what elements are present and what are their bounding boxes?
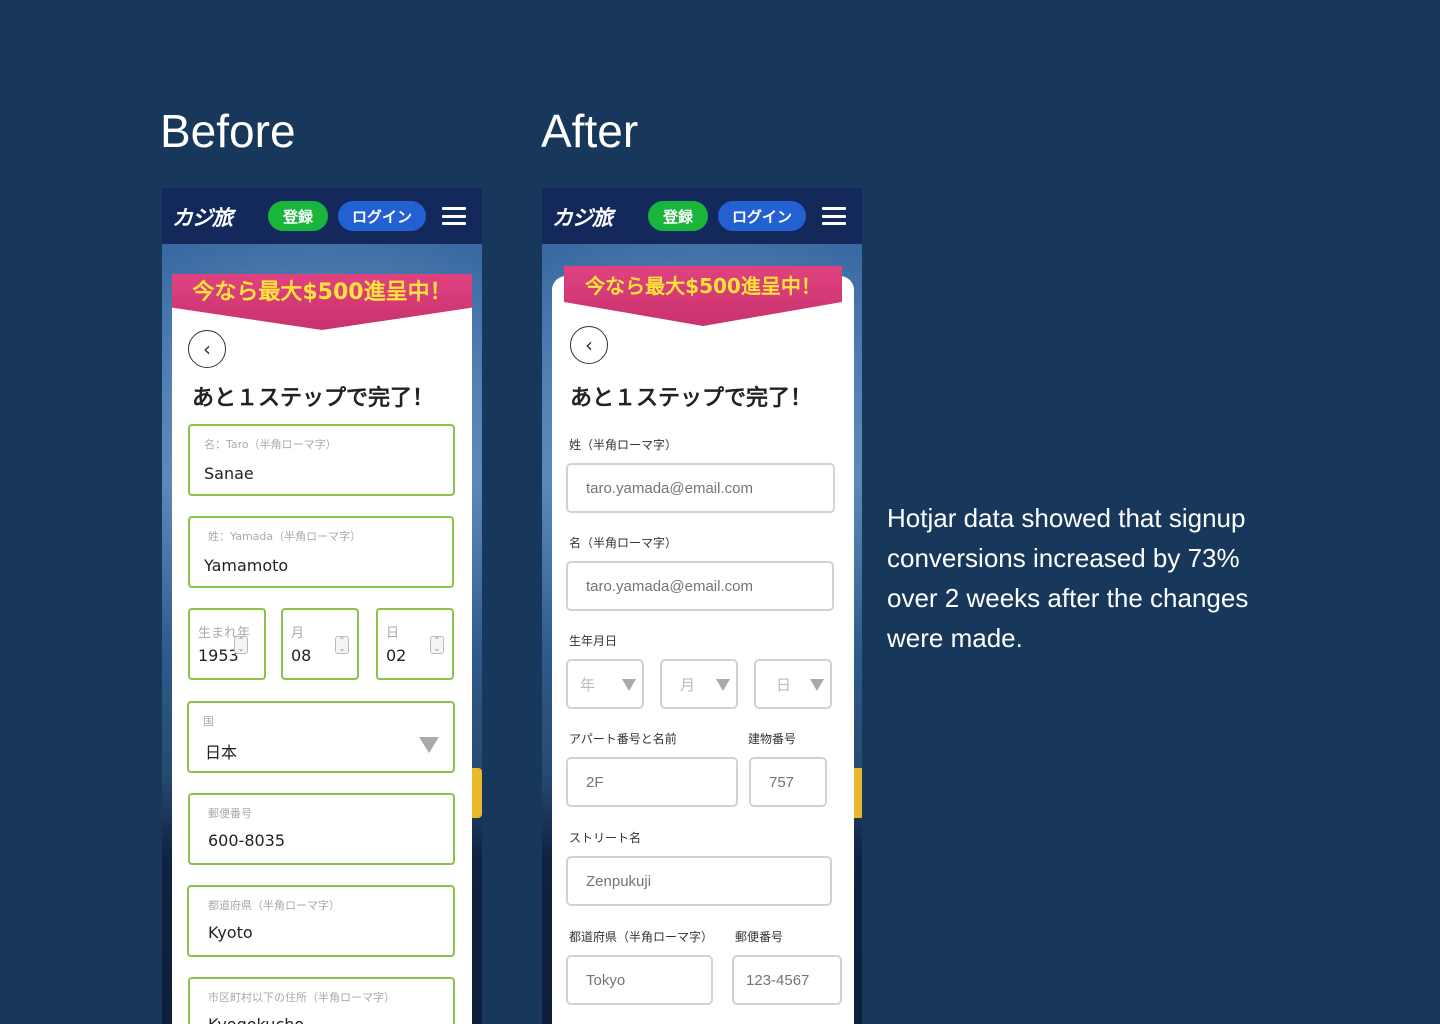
number-stepper[interactable]: ⌃ ⌄: [430, 636, 444, 654]
birth-year-select[interactable]: 年: [566, 659, 644, 709]
last-name-input[interactable]: [566, 463, 835, 513]
login-button[interactable]: ログイン: [718, 201, 806, 231]
field-value: Kyoto: [208, 923, 253, 942]
site-logo[interactable]: カジ旅: [552, 202, 613, 232]
birth-month-select[interactable]: 月: [660, 659, 738, 709]
field-value: Kyogokucho: [208, 1015, 304, 1024]
register-button[interactable]: 登録: [648, 201, 708, 231]
chevron-left-icon: ‹: [585, 333, 593, 357]
login-button[interactable]: ログイン: [338, 201, 426, 231]
birthdate-label: 生年月日: [569, 634, 618, 648]
step-title: あと１ステップで完了！: [192, 386, 435, 411]
before-heading: Before: [160, 105, 296, 157]
building-input[interactable]: [749, 757, 827, 807]
field-value: 08: [291, 646, 312, 665]
after-heading: After: [541, 105, 639, 157]
navbar: カジ旅 登録 ログイン: [162, 188, 482, 244]
last-name-field[interactable]: 姓：Yamada（半角ローマ字） Yamamoto: [188, 516, 454, 588]
birth-year-field[interactable]: 生まれ年 1953 ⌃ ⌄: [188, 608, 266, 680]
dropdown-arrow-icon: [716, 679, 730, 691]
dropdown-arrow-icon: [622, 679, 636, 691]
field-value: 日本: [205, 743, 238, 762]
postal-label: 郵便番号: [735, 930, 784, 944]
chevron-left-icon: ‹: [203, 337, 211, 361]
postal-code-field[interactable]: 郵便番号 600-8035: [188, 793, 455, 865]
birth-day-select[interactable]: 日: [754, 659, 832, 709]
address-field[interactable]: 市区町村以下の住所（半角ローマ字） Kyogokucho: [188, 977, 455, 1024]
last-name-label: 姓（半角ローマ字）: [569, 438, 678, 452]
field-value: 02: [386, 646, 407, 665]
birth-month-field[interactable]: 月 08 ⌃ ⌄: [281, 608, 359, 680]
country-select[interactable]: 国 日本: [187, 701, 455, 773]
select-value: 年: [580, 676, 596, 694]
field-label: 姓：Yamada（半角ローマ字）: [208, 530, 362, 543]
field-label: 市区町村以下の住所（半角ローマ字）: [208, 991, 395, 1004]
prefecture-input[interactable]: [566, 955, 713, 1005]
field-value: 1953: [198, 646, 239, 665]
number-stepper[interactable]: ⌃ ⌄: [234, 636, 248, 654]
after-phone: カジ旅 登録 ログイン 今なら最大$500進呈中！ ‹ あと１ステップで完了！ …: [542, 188, 862, 1024]
register-button[interactable]: 登録: [268, 201, 328, 231]
street-label: ストリート名: [569, 831, 642, 845]
dropdown-arrow-icon: [419, 737, 439, 753]
postal-code-input[interactable]: [732, 955, 842, 1005]
results-caption: Hotjar data showed that signup conversio…: [887, 503, 1249, 653]
street-input[interactable]: [566, 856, 832, 906]
back-button[interactable]: ‹: [570, 326, 608, 364]
field-label: 都道府県（半角ローマ字）: [208, 899, 340, 912]
back-button[interactable]: ‹: [188, 330, 226, 368]
prefecture-field[interactable]: 都道府県（半角ローマ字） Kyoto: [187, 885, 455, 957]
prefecture-label: 都道府県（半角ローマ字）: [569, 930, 714, 944]
field-label: 郵便番号: [208, 807, 252, 820]
hamburger-menu-icon[interactable]: [442, 207, 466, 225]
apartment-label: アパート番号と名前: [569, 732, 677, 746]
navbar: カジ旅 登録 ログイン: [542, 188, 862, 244]
birth-day-field[interactable]: 日 02 ⌃ ⌄: [376, 608, 454, 680]
field-label: 日: [386, 626, 400, 641]
field-value: Sanae: [204, 464, 254, 483]
select-value: 日: [776, 676, 792, 694]
number-stepper[interactable]: ⌃ ⌄: [335, 636, 349, 654]
apartment-input[interactable]: [566, 757, 738, 807]
hamburger-menu-icon[interactable]: [822, 207, 846, 225]
select-value: 月: [680, 676, 696, 694]
first-name-field[interactable]: 名：Taro（半角ローマ字） Sanae: [188, 424, 455, 496]
step-title: あと１ステップで完了！: [570, 386, 813, 411]
field-value: Yamamoto: [204, 556, 289, 575]
first-name-label: 名（半角ローマ字）: [569, 536, 678, 550]
building-label: 建物番号: [748, 732, 797, 746]
site-logo[interactable]: カジ旅: [172, 202, 233, 232]
field-value: 600-8035: [208, 831, 286, 850]
field-label: 月: [291, 626, 305, 641]
dropdown-arrow-icon: [810, 679, 824, 691]
before-phone: カジ旅 登録 ログイン 今なら最大$500進呈中！ ‹ あと１ステップで完了！ …: [162, 188, 482, 1024]
first-name-input[interactable]: [566, 561, 834, 611]
field-label: 名：Taro（半角ローマ字）: [204, 438, 337, 451]
field-label: 国: [203, 715, 214, 728]
